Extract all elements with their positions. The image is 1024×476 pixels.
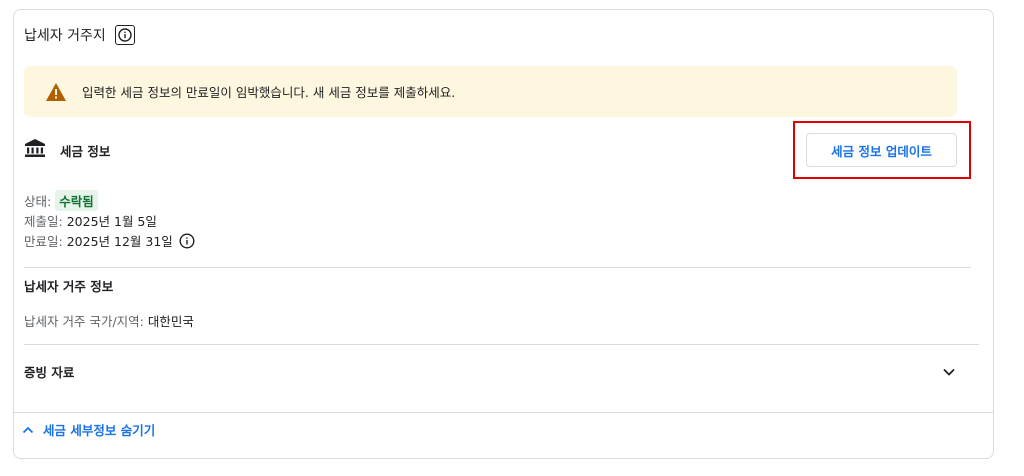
bank-icon xyxy=(24,138,46,162)
page-title: 납세자 거주지 xyxy=(24,28,106,44)
residency-country-value: 대한민국 xyxy=(147,314,194,329)
hide-tax-details-label: 세금 세부정보 숨기기 xyxy=(43,423,156,438)
submitted-label: 제출일: xyxy=(24,214,63,229)
chevron-down-icon[interactable] xyxy=(941,364,957,380)
status-label: 상태: xyxy=(24,194,52,209)
hide-tax-details-toggle[interactable]: 세금 세부정보 숨기기 xyxy=(21,420,155,439)
tax-info-header: 세금 정보 xyxy=(24,138,110,162)
divider xyxy=(24,267,971,268)
chevron-up-icon xyxy=(21,423,35,437)
expiry-row: 만료일: 2025년 12월 31일 xyxy=(24,231,195,250)
divider xyxy=(13,412,994,413)
tax-info-label: 세금 정보 xyxy=(60,143,111,159)
residency-country-row: 납세자 거주 국가/지역: 대한민국 xyxy=(24,311,194,330)
warning-icon xyxy=(44,80,68,104)
submitted-row: 제출일: 2025년 1월 5일 xyxy=(24,211,157,230)
banner-message: 입력한 세금 정보의 만료일이 임박했습니다. 새 세금 정보를 제출하세요. xyxy=(82,85,456,100)
divider xyxy=(24,344,979,345)
status-row: 상태: 수락됨 xyxy=(24,190,98,211)
expiry-value: 2025년 12월 31일 xyxy=(66,234,173,249)
expiry-info-icon[interactable] xyxy=(179,232,195,249)
expiry-label: 만료일: xyxy=(24,234,63,249)
status-badge: 수락됨 xyxy=(55,190,98,211)
residency-title: 납세자 거주 정보 xyxy=(24,279,114,294)
highlight-frame xyxy=(793,121,971,179)
evidence-title[interactable]: 증빙 자료 xyxy=(24,362,74,381)
residence-header: 납세자 거주지 xyxy=(24,25,135,45)
expiry-warning-banner: 입력한 세금 정보의 만료일이 임박했습니다. 새 세금 정보를 제출하세요. xyxy=(24,66,957,117)
info-icon[interactable] xyxy=(114,25,135,45)
submitted-value: 2025년 1월 5일 xyxy=(66,214,157,229)
residency-country-label: 납세자 거주 국가/지역: xyxy=(24,314,144,329)
